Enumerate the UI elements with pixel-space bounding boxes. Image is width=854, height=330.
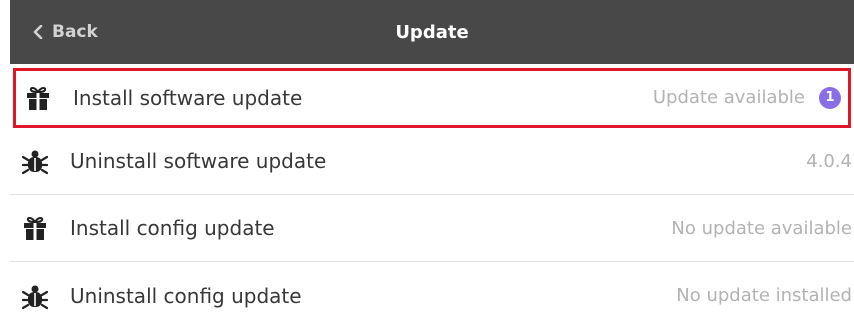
page-title: Update (395, 21, 469, 43)
update-menu-list: Install software update Update available… (10, 64, 854, 329)
notification-badge: 1 (819, 86, 841, 109)
install-config-update-item[interactable]: Install config update No update availabl… (10, 195, 854, 262)
install-software-update-item[interactable]: Install software update Update available… (13, 68, 851, 128)
row-label: Uninstall config update (70, 283, 302, 308)
row-label: Uninstall software update (70, 149, 327, 173)
row-status: No update available (671, 217, 852, 239)
chevron-left-icon (33, 25, 43, 39)
row-status: No update installed (676, 285, 852, 306)
back-button[interactable]: Back (32, 0, 98, 64)
bug-icon (20, 146, 50, 176)
gift-icon (20, 213, 50, 243)
gift-icon (23, 83, 53, 113)
row-label: Install software update (73, 85, 303, 110)
row-status: 4.0.4 (806, 150, 852, 172)
row-status: Update available (652, 87, 805, 108)
bug-icon (20, 281, 50, 311)
top-bar: Back Update (10, 0, 854, 64)
row-label: Install config update (70, 216, 275, 240)
uninstall-config-update-item[interactable]: Uninstall config update No update instal… (10, 262, 854, 329)
uninstall-software-update-item[interactable]: Uninstall software update 4.0.4 (10, 128, 854, 195)
back-label: Back (52, 22, 98, 42)
